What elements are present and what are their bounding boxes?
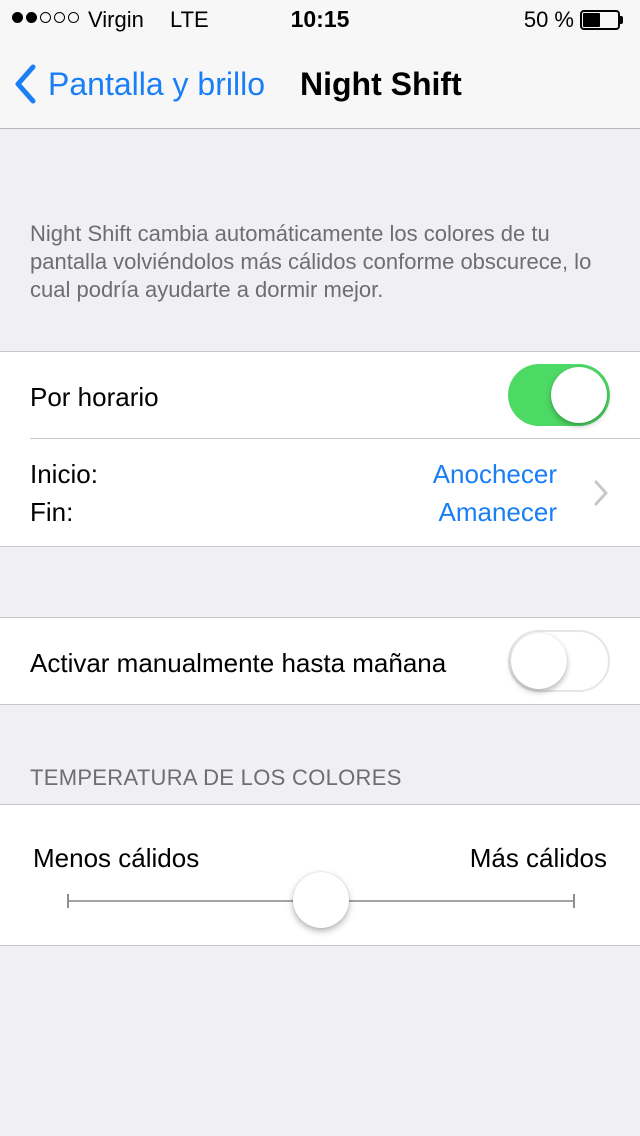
chevron-left-icon — [15, 64, 36, 104]
schedule-toggle-knob — [551, 367, 607, 423]
start-value: Anochecer — [432, 459, 557, 489]
status-bar: Virgin LTE 10:15 50 % — [0, 0, 640, 40]
manual-toggle-knob — [511, 633, 567, 689]
slider-min-tick — [67, 894, 69, 908]
schedule-group: Por horario Inicio: Fin: Anochecer Amane… — [0, 351, 640, 547]
night-shift-settings-screen: Virgin LTE 10:15 50 % Pantalla y brillo … — [0, 0, 640, 1136]
night-shift-description: Night Shift cambia automáticamente los c… — [30, 221, 592, 302]
slider-max-tick — [573, 894, 575, 908]
schedule-toggle[interactable] — [508, 364, 610, 426]
end-label: Fin: — [30, 497, 74, 527]
more-warm-label: Más cálidos — [469, 843, 607, 873]
battery-icon — [580, 10, 624, 30]
manual-group: Activar manualmente hasta mañana — [0, 617, 640, 705]
back-button[interactable]: Pantalla y brillo — [14, 62, 265, 106]
schedule-label: Por horario — [30, 382, 159, 412]
battery-level-fill — [583, 13, 600, 27]
less-warm-label: Menos cálidos — [33, 843, 200, 873]
manual-label: Activar manualmente hasta mañana — [30, 648, 447, 678]
back-button-label: Pantalla y brillo — [48, 65, 265, 102]
temperature-slider-thumb[interactable] — [293, 872, 349, 928]
end-value: Amanecer — [438, 497, 558, 527]
manual-toggle[interactable] — [508, 630, 610, 692]
page-title: Night Shift — [300, 66, 462, 102]
temperature-section-header: TEMPERATURA DE LOS COLORES — [30, 765, 402, 790]
battery-percentage: 50 % — [523, 7, 574, 32]
start-label: Inicio: — [30, 459, 98, 489]
top-bar: Virgin LTE 10:15 50 % Pantalla y brillo … — [0, 0, 640, 129]
schedule-times-row[interactable]: Inicio: Fin: Anochecer Amanecer — [0, 439, 640, 546]
chevron-right-icon — [594, 480, 608, 506]
